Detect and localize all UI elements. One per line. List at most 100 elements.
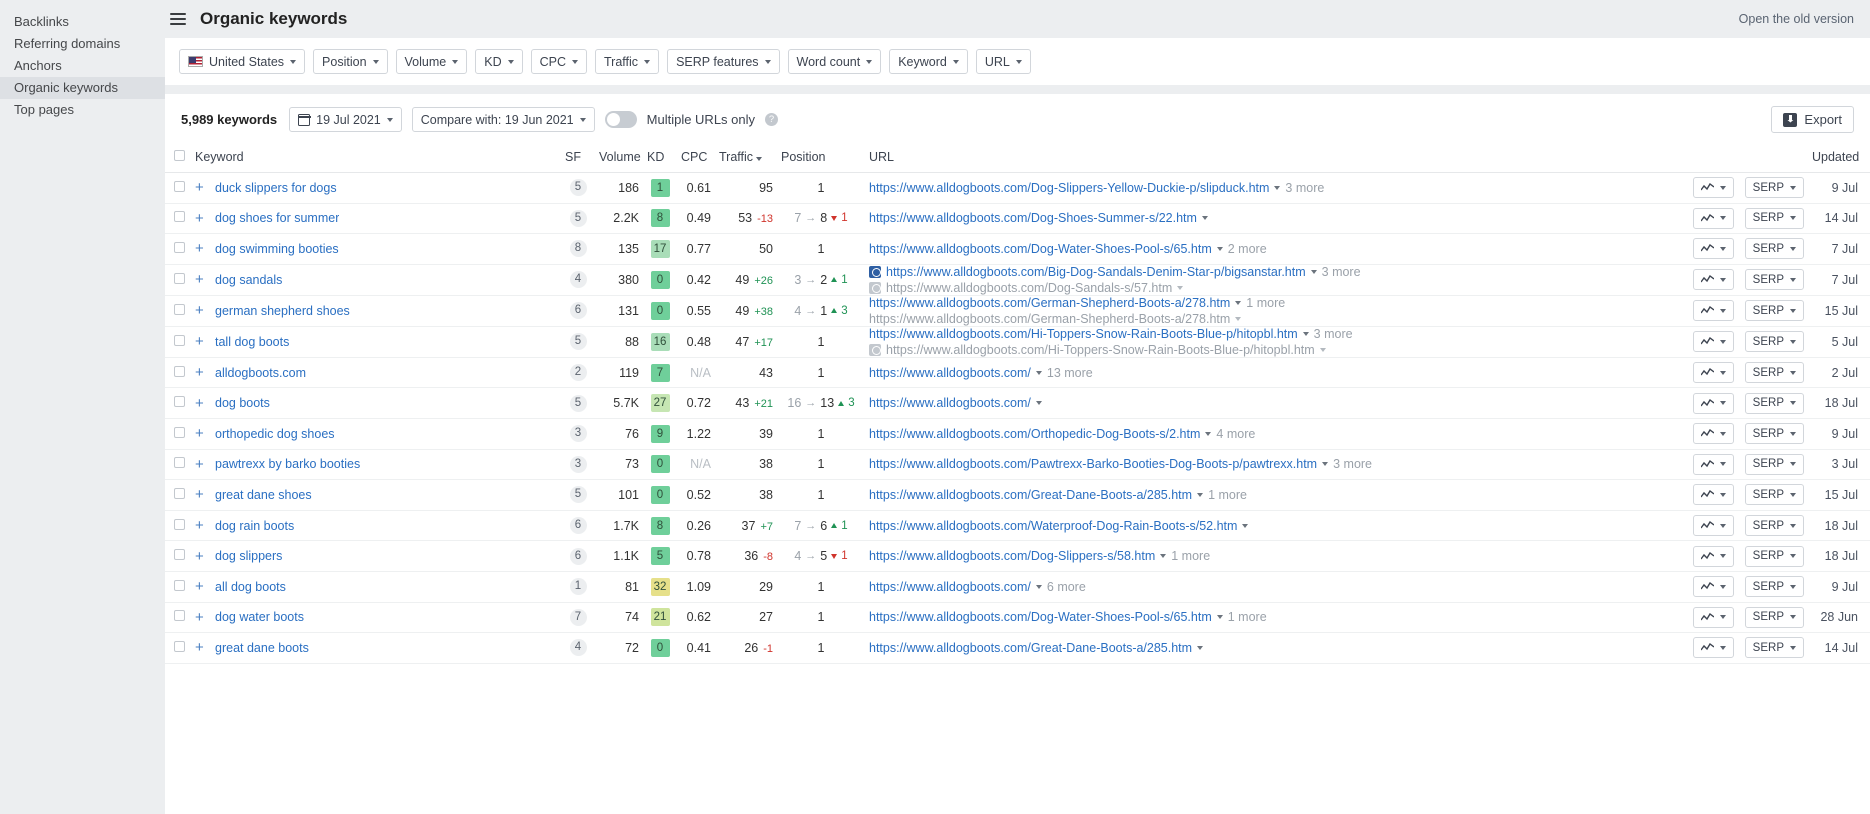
serp-button[interactable]: SERP [1744, 362, 1804, 384]
row-checkbox[interactable] [174, 640, 185, 652]
row-checkbox[interactable] [174, 426, 185, 438]
keyword-link[interactable]: tall dog boots [215, 335, 289, 349]
keyword-chart-button[interactable] [1693, 515, 1734, 537]
row-checkbox[interactable] [174, 303, 185, 315]
filter-kd[interactable]: KD [475, 49, 523, 74]
filter-position[interactable]: Position [313, 49, 388, 74]
url-link[interactable]: https://www.alldogboots.com/Dog-Water-Sh… [869, 610, 1212, 624]
chevron-down-icon[interactable] [1242, 523, 1249, 528]
url-link[interactable]: https://www.alldogboots.com/ [869, 580, 1031, 594]
keyword-link[interactable]: dog boots [215, 396, 270, 410]
row-checkbox[interactable] [174, 272, 185, 284]
table-row[interactable]: + german shepherd shoes 6 131 0 0.55 49 +38 4 → 1 3… [165, 295, 1870, 327]
row-checkbox[interactable] [174, 549, 185, 561]
keyword-chart-button[interactable] [1693, 207, 1734, 229]
keyword-link[interactable]: great dane shoes [215, 488, 312, 502]
add-keyword-icon[interactable]: + [195, 578, 208, 595]
url-link[interactable]: https://www.alldogboots.com/Great-Dane-B… [869, 641, 1192, 655]
add-keyword-icon[interactable]: + [195, 639, 208, 656]
url-link[interactable]: https://www.alldogboots.com/Dog-Water-Sh… [869, 242, 1212, 256]
keyword-link[interactable]: dog sandals [215, 273, 282, 287]
add-keyword-icon[interactable]: + [195, 179, 208, 196]
more-urls-label[interactable]: 3 more [1333, 457, 1372, 471]
row-checkbox[interactable] [174, 180, 185, 192]
url-link[interactable]: https://www.alldogboots.com/German-Sheph… [869, 312, 1230, 326]
table-row[interactable]: + alldogboots.com 2 119 7 N/A 43 1 https://www.a… [165, 357, 1870, 389]
sidebar-item-anchors[interactable]: Anchors [0, 55, 165, 77]
header-traffic[interactable]: Traffic [715, 144, 777, 173]
multiple-urls-toggle[interactable] [604, 111, 637, 128]
url-link[interactable]: https://www.alldogboots.com/Great-Dane-B… [869, 488, 1192, 502]
filter-url[interactable]: URL [975, 49, 1031, 74]
add-keyword-icon[interactable]: + [195, 548, 208, 565]
chevron-down-icon[interactable] [1035, 584, 1042, 589]
chevron-down-icon[interactable] [1322, 462, 1329, 467]
chevron-down-icon[interactable] [1201, 216, 1208, 221]
keyword-link[interactable]: dog shoes for summer [215, 211, 339, 225]
row-checkbox[interactable] [174, 610, 185, 622]
row-checkbox[interactable] [174, 487, 185, 499]
keyword-chart-button[interactable] [1693, 637, 1734, 659]
url-link[interactable]: https://www.alldogboots.com/Hi-Toppers-S… [886, 343, 1315, 357]
keyword-link[interactable]: all dog boots [215, 580, 286, 594]
url-link[interactable]: https://www.alldogboots.com/Dog-Shoes-Su… [869, 211, 1197, 225]
keyword-chart-button[interactable] [1693, 331, 1734, 353]
add-keyword-icon[interactable]: + [195, 609, 208, 626]
table-row[interactable]: + dog boots 5 5.7K 27 0.72 43 +21 16 → 13 3 https://… [165, 387, 1870, 419]
chevron-down-icon[interactable] [1235, 300, 1242, 305]
more-urls-label[interactable]: 4 more [1216, 427, 1255, 441]
chevron-down-icon[interactable] [1160, 554, 1167, 559]
chevron-down-icon[interactable] [1177, 285, 1184, 290]
add-keyword-icon[interactable]: + [195, 486, 208, 503]
add-keyword-icon[interactable]: + [195, 302, 208, 319]
header-volume[interactable]: Volume [595, 144, 643, 173]
filter-traffic[interactable]: Traffic [595, 49, 660, 74]
serp-button[interactable]: SERP [1744, 484, 1804, 506]
row-checkbox[interactable] [174, 396, 185, 408]
header-keyword[interactable]: Keyword [191, 144, 561, 173]
more-urls-label[interactable]: 1 more [1228, 610, 1267, 624]
add-keyword-icon[interactable]: + [195, 271, 208, 288]
chevron-down-icon[interactable] [1274, 185, 1281, 190]
chevron-down-icon[interactable] [1235, 316, 1242, 321]
serp-button[interactable]: SERP [1744, 423, 1804, 445]
add-keyword-icon[interactable]: + [195, 210, 208, 227]
export-button[interactable]: Export [1771, 106, 1854, 133]
chevron-down-icon[interactable] [1197, 492, 1204, 497]
add-keyword-icon[interactable]: + [195, 395, 208, 412]
keyword-link[interactable]: dog swimming booties [215, 242, 339, 256]
table-row[interactable]: + great dane boots 4 72 0 0.41 26 -1 1 https://ww… [165, 632, 1870, 664]
row-checkbox[interactable] [174, 365, 185, 377]
more-urls-label[interactable]: 13 more [1047, 366, 1093, 380]
url-link[interactable]: https://www.alldogboots.com/Dog-Sandals-… [886, 281, 1172, 295]
header-cpc[interactable]: CPC [677, 144, 715, 173]
serp-button[interactable]: SERP [1744, 637, 1804, 659]
url-link[interactable]: https://www.alldogboots.com/Dog-Slippers… [869, 181, 1269, 195]
keyword-link[interactable]: dog slippers [215, 549, 282, 563]
keyword-chart-button[interactable] [1693, 545, 1734, 567]
keyword-link[interactable]: alldogboots.com [215, 366, 306, 380]
sidebar-item-backlinks[interactable]: Backlinks [0, 11, 165, 33]
filter-word-count[interactable]: Word count [787, 49, 882, 74]
menu-toggle-icon[interactable] [164, 13, 190, 25]
table-row[interactable]: + pawtrexx by barko booties 3 73 0 N/A 38 1 http… [165, 449, 1870, 481]
table-row[interactable]: + duck slippers for dogs 5 186 1 0.61 95 1 https… [165, 172, 1870, 204]
serp-button[interactable]: SERP [1744, 576, 1804, 598]
serp-button[interactable]: SERP [1744, 515, 1804, 537]
row-checkbox[interactable] [174, 211, 185, 223]
row-checkbox[interactable] [174, 457, 185, 469]
select-all-checkbox[interactable] [174, 150, 185, 161]
sidebar-item-organic-keywords[interactable]: Organic keywords [0, 77, 165, 99]
keyword-link[interactable]: dog water boots [215, 610, 304, 624]
serp-button[interactable]: SERP [1744, 300, 1804, 322]
keywords-table-wrapper[interactable]: Keyword SF Volume KD CPC Traffic Positio… [165, 144, 1870, 814]
keyword-chart-button[interactable] [1693, 606, 1734, 628]
table-row[interactable]: + great dane shoes 5 101 0 0.52 38 1 https://www… [165, 479, 1870, 511]
table-row[interactable]: + dog slippers 6 1.1K 5 0.78 36 -8 4 → 5 1 https://w… [165, 540, 1870, 572]
url-link[interactable]: https://www.alldogboots.com/Pawtrexx-Bar… [869, 457, 1317, 471]
chevron-down-icon[interactable] [1310, 269, 1317, 274]
table-row[interactable]: + all dog boots 1 81 32 1.09 29 1 https://www.al… [165, 571, 1870, 603]
keyword-link[interactable]: orthopedic dog shoes [215, 427, 335, 441]
more-urls-label[interactable]: 2 more [1228, 242, 1267, 256]
serp-button[interactable]: SERP [1744, 606, 1804, 628]
